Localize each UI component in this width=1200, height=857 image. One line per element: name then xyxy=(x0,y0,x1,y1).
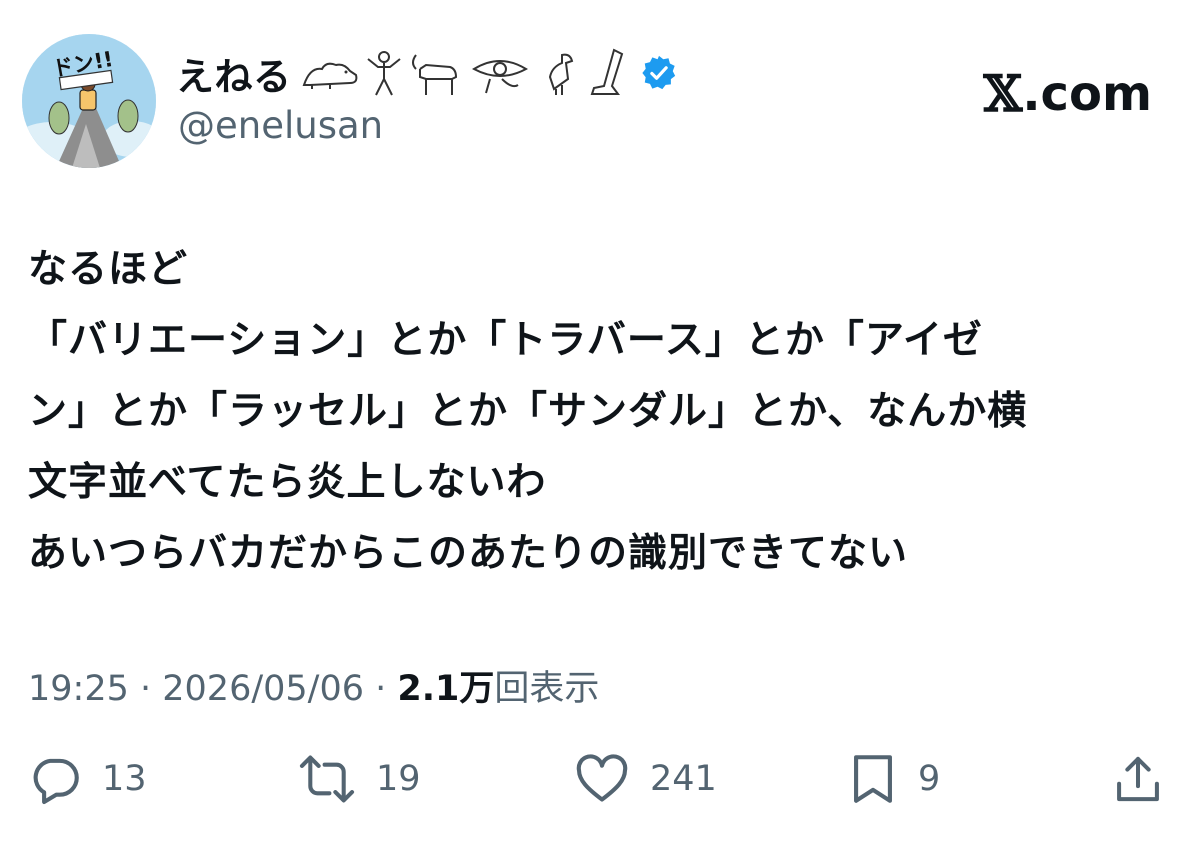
share-icon xyxy=(1112,750,1164,808)
view-label: 回表示 xyxy=(494,669,600,709)
repost-count: 19 xyxy=(376,759,421,799)
meta-separator: · xyxy=(128,669,163,709)
tweet-line: あいつらバカだからこのあたりの識別できてない xyxy=(28,531,909,576)
reply-button[interactable]: 13 xyxy=(26,744,147,814)
lion-glyph-icon xyxy=(302,62,357,89)
leg-glyph-icon xyxy=(590,48,623,95)
post-date[interactable]: 2026/05/06 xyxy=(162,669,364,709)
share-button[interactable] xyxy=(1112,744,1164,814)
author-name-row[interactable]: えねる xyxy=(176,46,678,100)
reply-count: 13 xyxy=(102,759,147,799)
verified-badge-icon[interactable] xyxy=(640,54,678,92)
x-logo-icon: 𝕏 xyxy=(983,64,1023,123)
like-button[interactable]: 241 xyxy=(572,744,717,814)
tweet-body: なるほど 「バリエーション」とか「トラバース」とか「アイゼ ン」とか「ラッセル」… xyxy=(28,234,1178,589)
like-count: 241 xyxy=(650,759,717,799)
hieroglyph-emoji-row xyxy=(300,48,628,98)
bookmark-icon xyxy=(846,750,900,808)
tweet-line: ン」とか「ラッセル」とか「サンダル」とか、なんか横 xyxy=(28,389,1028,434)
action-bar: 13 19 241 9 xyxy=(0,744,1200,814)
reply-icon xyxy=(26,750,84,808)
falcon-glyph-icon xyxy=(548,53,573,95)
view-count: 2.1万 xyxy=(397,669,495,709)
tweet-line: 「バリエーション」とか「トラバース」とか「アイゼ xyxy=(28,318,983,363)
meta-separator: · xyxy=(364,669,398,709)
brand-suffix: .com xyxy=(1022,65,1152,122)
x-com-watermark: 𝕏 .com xyxy=(984,64,1152,123)
author-handle[interactable]: @enelusan xyxy=(178,104,383,147)
bookmark-button[interactable]: 9 xyxy=(846,744,940,814)
tweet-meta: 19:25 · 2026/05/06 · 2.1万回表示 xyxy=(28,660,599,711)
post-time[interactable]: 19:25 xyxy=(28,669,129,709)
tweet-line: なるほど xyxy=(28,247,189,292)
avatar[interactable]: ドン!! xyxy=(22,34,156,168)
repost-icon xyxy=(296,750,358,808)
man-glyph-icon xyxy=(366,51,401,96)
ibex-glyph-icon xyxy=(411,54,457,95)
tweet-line: 文字並べてたら炎上しないわ xyxy=(28,460,547,505)
bookmark-count: 9 xyxy=(918,759,941,799)
eye-of-horus-glyph-icon xyxy=(471,60,528,94)
heart-icon xyxy=(572,750,632,808)
repost-button[interactable]: 19 xyxy=(296,744,421,814)
display-name[interactable]: えねる xyxy=(176,46,292,101)
